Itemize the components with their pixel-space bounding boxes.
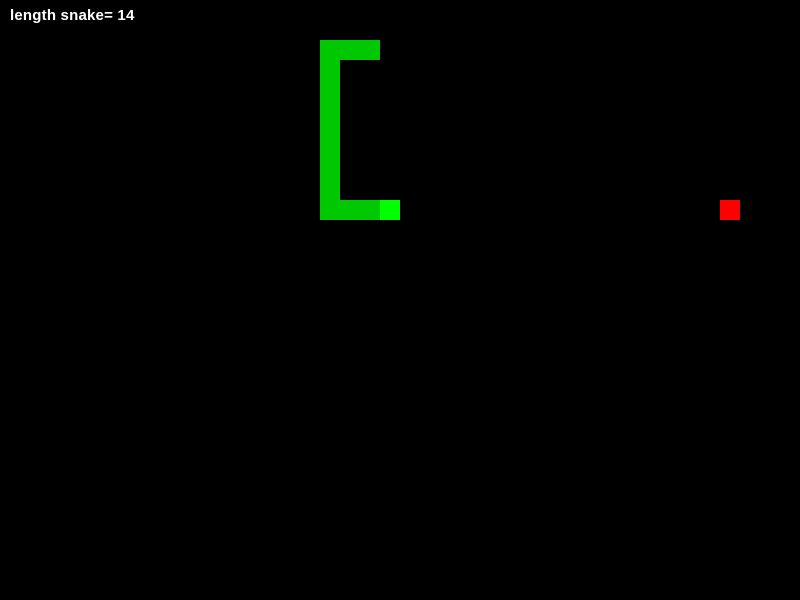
snake-body-segment	[340, 40, 360, 60]
snake-body-segment	[320, 200, 340, 220]
game-board: length snake= 14	[0, 0, 800, 600]
snake-length-score: length snake= 14	[10, 7, 135, 24]
snake-body-segment	[360, 200, 380, 220]
snake-body-segment	[320, 180, 340, 200]
snake-body-segment	[320, 160, 340, 180]
snake-body-segment	[340, 200, 360, 220]
snake-body-segment	[320, 60, 340, 80]
snake-body-segment	[320, 80, 340, 100]
snake-body-segment	[320, 140, 340, 160]
snake-head	[380, 200, 400, 220]
snake-body-segment	[360, 40, 380, 60]
snake-body-segment	[320, 100, 340, 120]
snake-body-segment	[320, 40, 340, 60]
snake-body-segment	[320, 120, 340, 140]
food-apple	[720, 200, 740, 220]
